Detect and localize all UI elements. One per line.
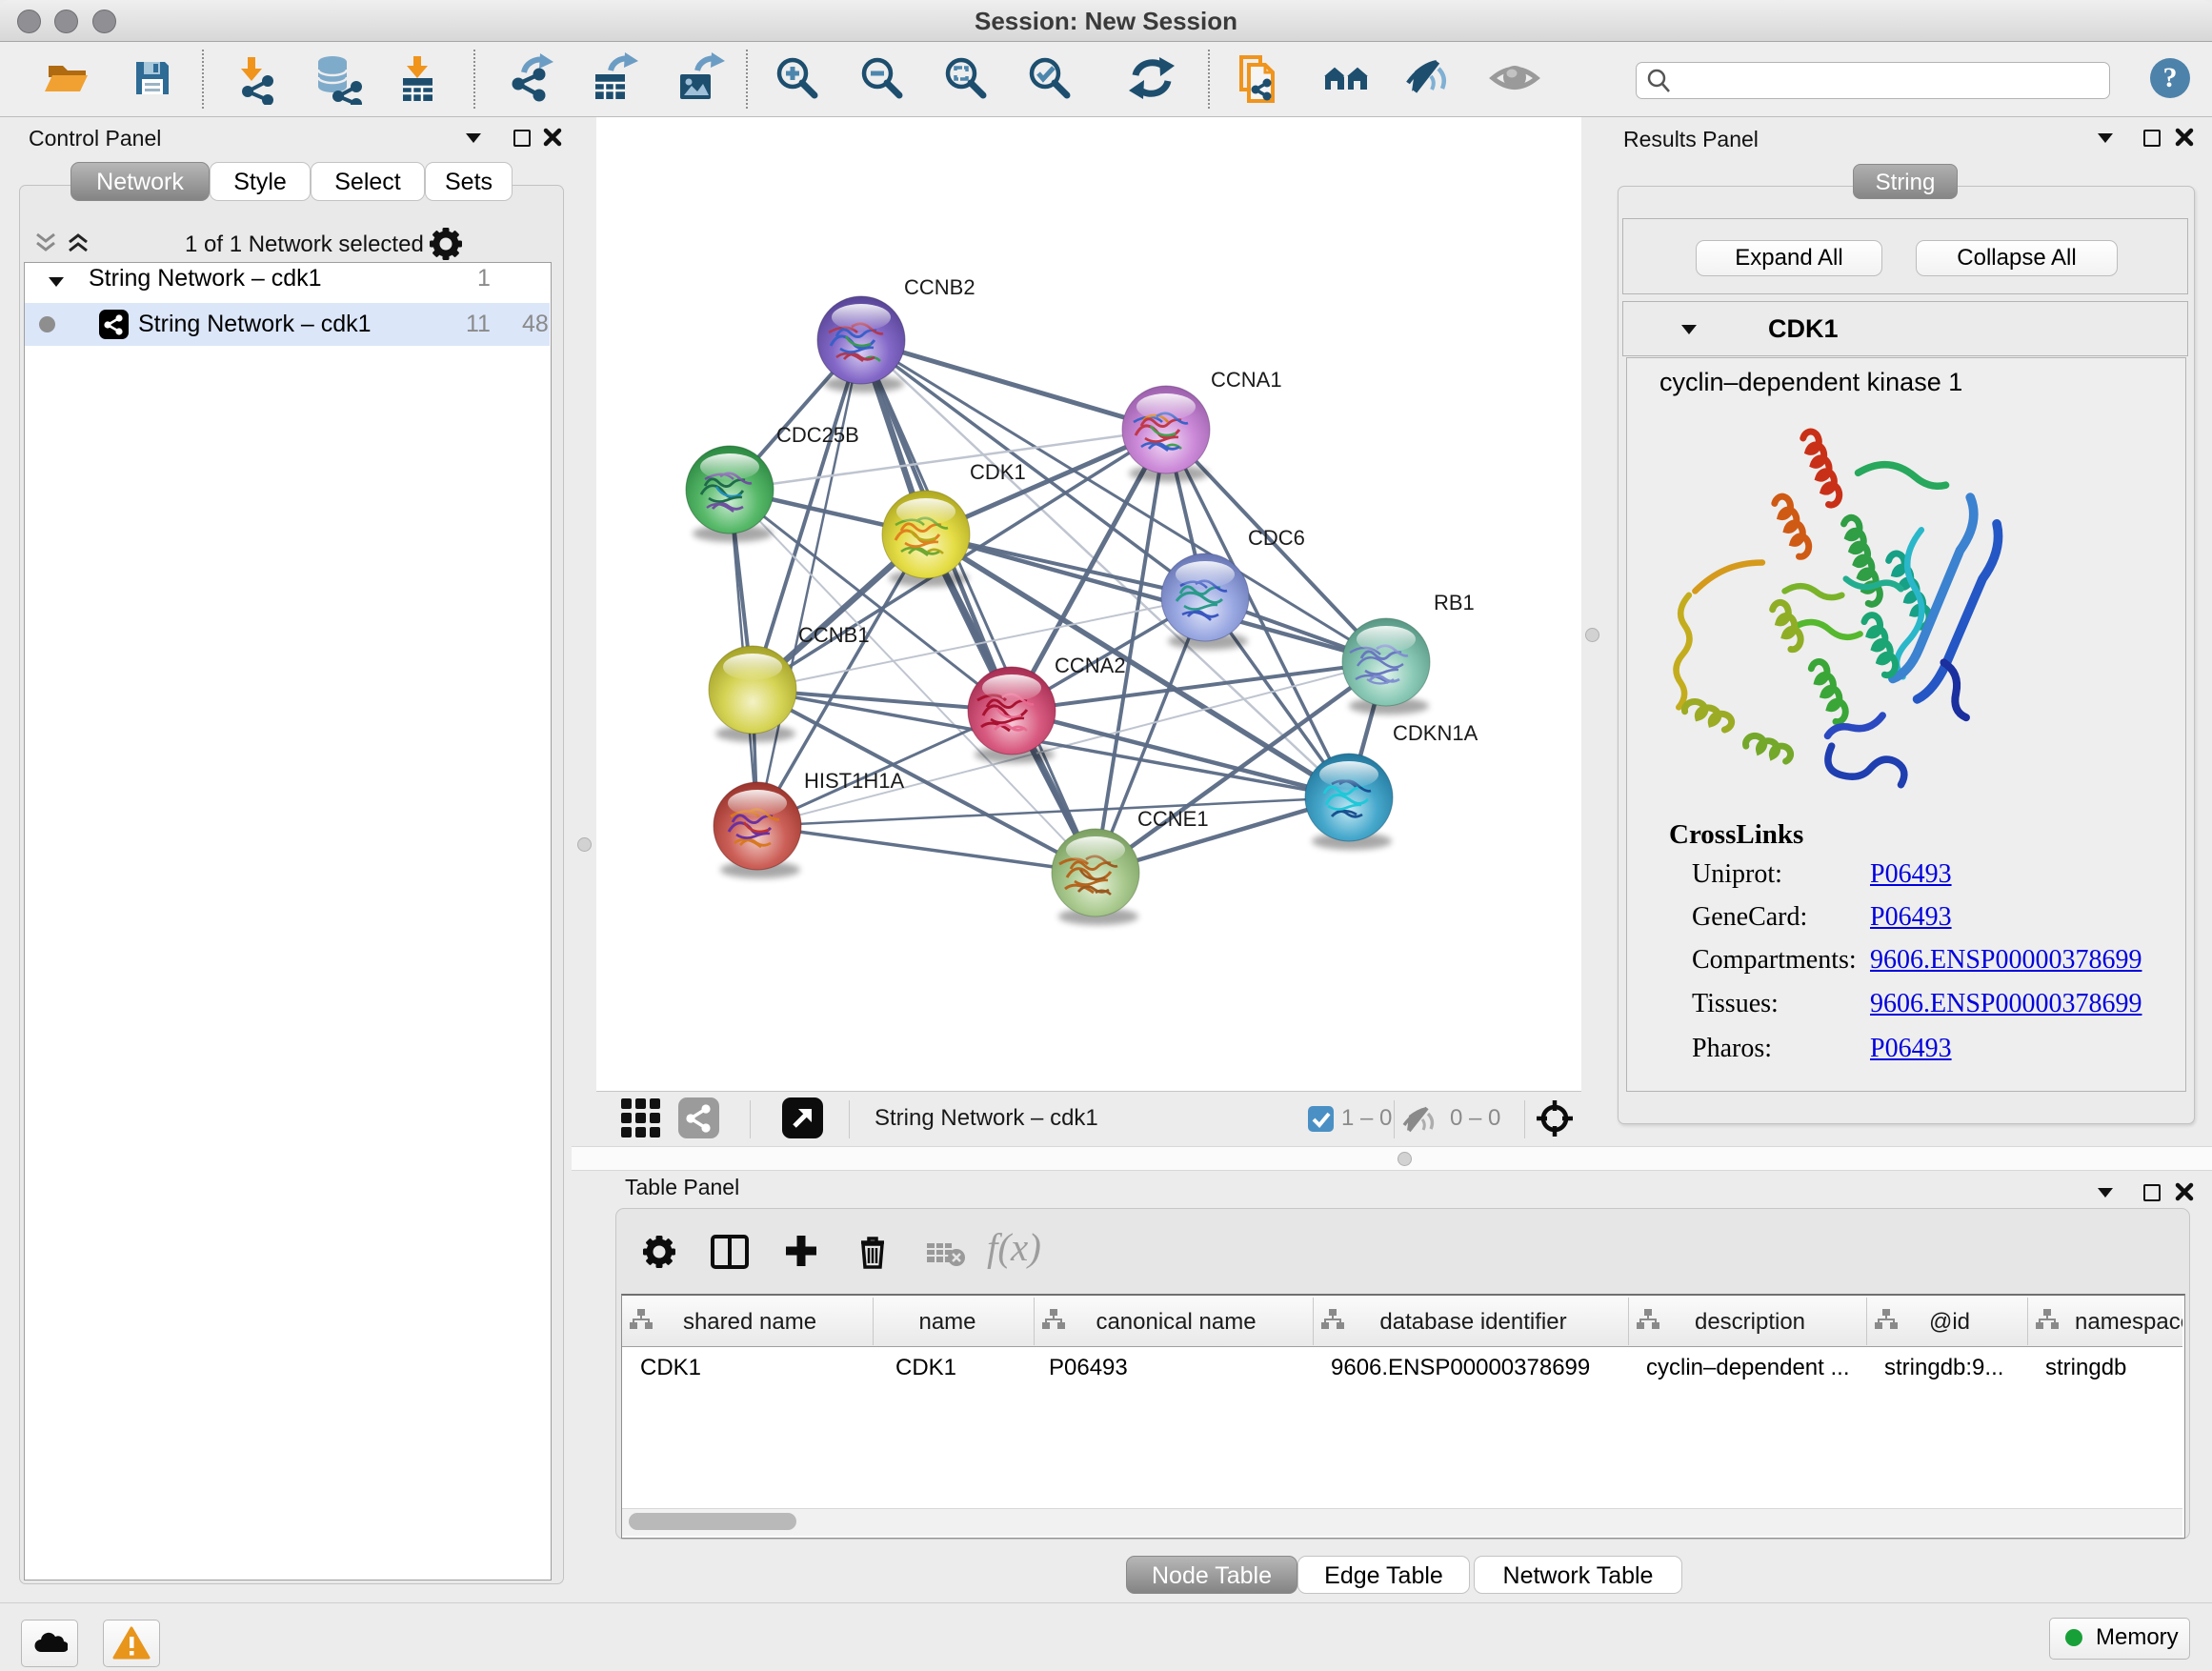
- svg-text:CDKN1A: CDKN1A: [1393, 721, 1478, 745]
- svg-text:CDC25B: CDC25B: [776, 423, 859, 447]
- svg-text:CCNA1: CCNA1: [1211, 368, 1282, 392]
- svg-text:CCNB1: CCNB1: [798, 623, 870, 647]
- svg-text:CCNB2: CCNB2: [904, 275, 975, 299]
- svg-text:HIST1H1A: HIST1H1A: [804, 769, 904, 793]
- svg-text:CCNE1: CCNE1: [1137, 807, 1209, 831]
- svg-text:CCNA2: CCNA2: [1055, 654, 1126, 677]
- svg-text:RB1: RB1: [1434, 591, 1475, 614]
- svg-text:CDC6: CDC6: [1248, 526, 1305, 550]
- svg-text:CDK1: CDK1: [970, 460, 1026, 484]
- svg-text:?: ?: [2163, 62, 2178, 93]
